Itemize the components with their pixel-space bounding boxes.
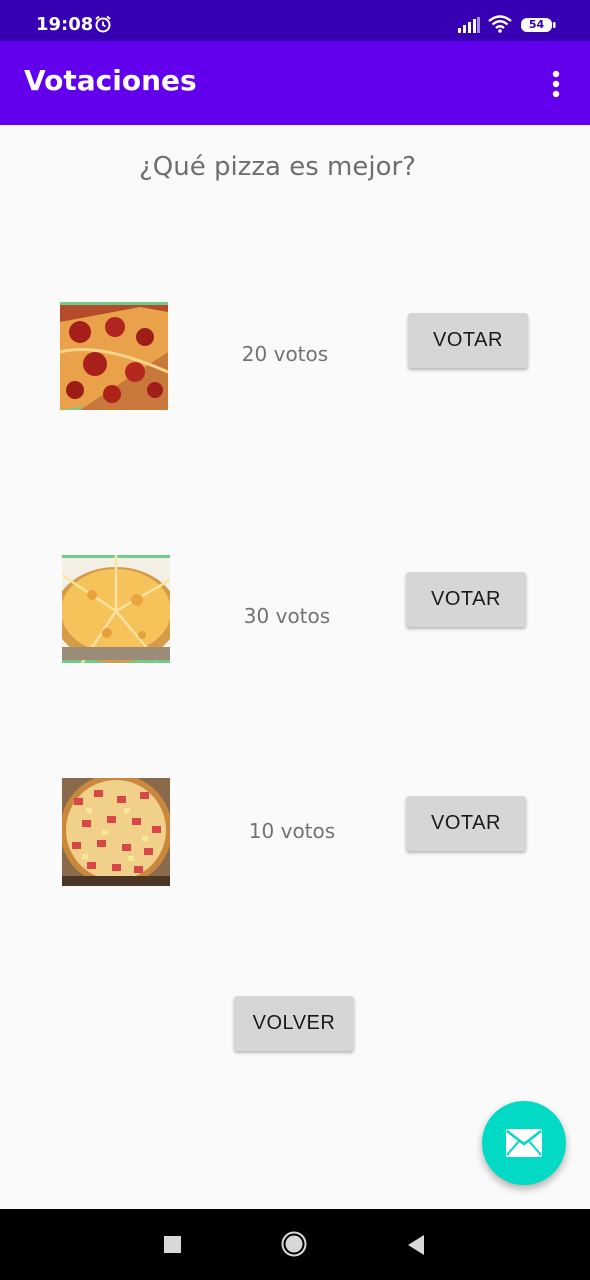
vote-button[interactable]: VOTAR — [406, 572, 526, 627]
more-options-icon[interactable] — [545, 69, 567, 99]
vote-button[interactable]: VOTAR — [408, 313, 528, 368]
signal-icon — [458, 17, 480, 33]
cheese-pizza-image — [62, 555, 170, 663]
alarm-icon — [95, 15, 111, 33]
app-bar: Votaciones — [0, 41, 590, 125]
votes-count-label: 20 votos — [241, 342, 329, 366]
hawaiian-pizza-image — [62, 778, 170, 886]
recent-apps-icon[interactable] — [164, 1236, 181, 1253]
pepperoni-pizza-image — [60, 302, 168, 410]
wifi-icon — [488, 15, 512, 33]
system-nav-bar — [0, 1209, 590, 1280]
hawaiian-pizza-photo — [62, 778, 170, 886]
cheese-pizza-photo — [62, 555, 170, 663]
email-fab-button[interactable] — [482, 1101, 566, 1185]
battery-level: 54 — [528, 18, 545, 31]
mail-icon — [506, 1129, 542, 1157]
app-title: Votaciones — [24, 64, 197, 97]
votes-count-label: 10 votos — [248, 819, 336, 843]
question-title: ¿Qué pizza es mejor? — [139, 152, 416, 182]
vote-button[interactable]: VOTAR — [406, 796, 526, 851]
pepperoni-pizza-photo — [60, 302, 168, 410]
back-button[interactable]: VOLVER — [234, 996, 354, 1051]
back-icon[interactable] — [406, 1234, 426, 1256]
status-time: 19:08 — [36, 14, 94, 35]
status-bar: 19:08 54 — [0, 0, 590, 41]
home-icon[interactable] — [281, 1231, 307, 1257]
votes-count-label: 30 votos — [243, 604, 331, 628]
